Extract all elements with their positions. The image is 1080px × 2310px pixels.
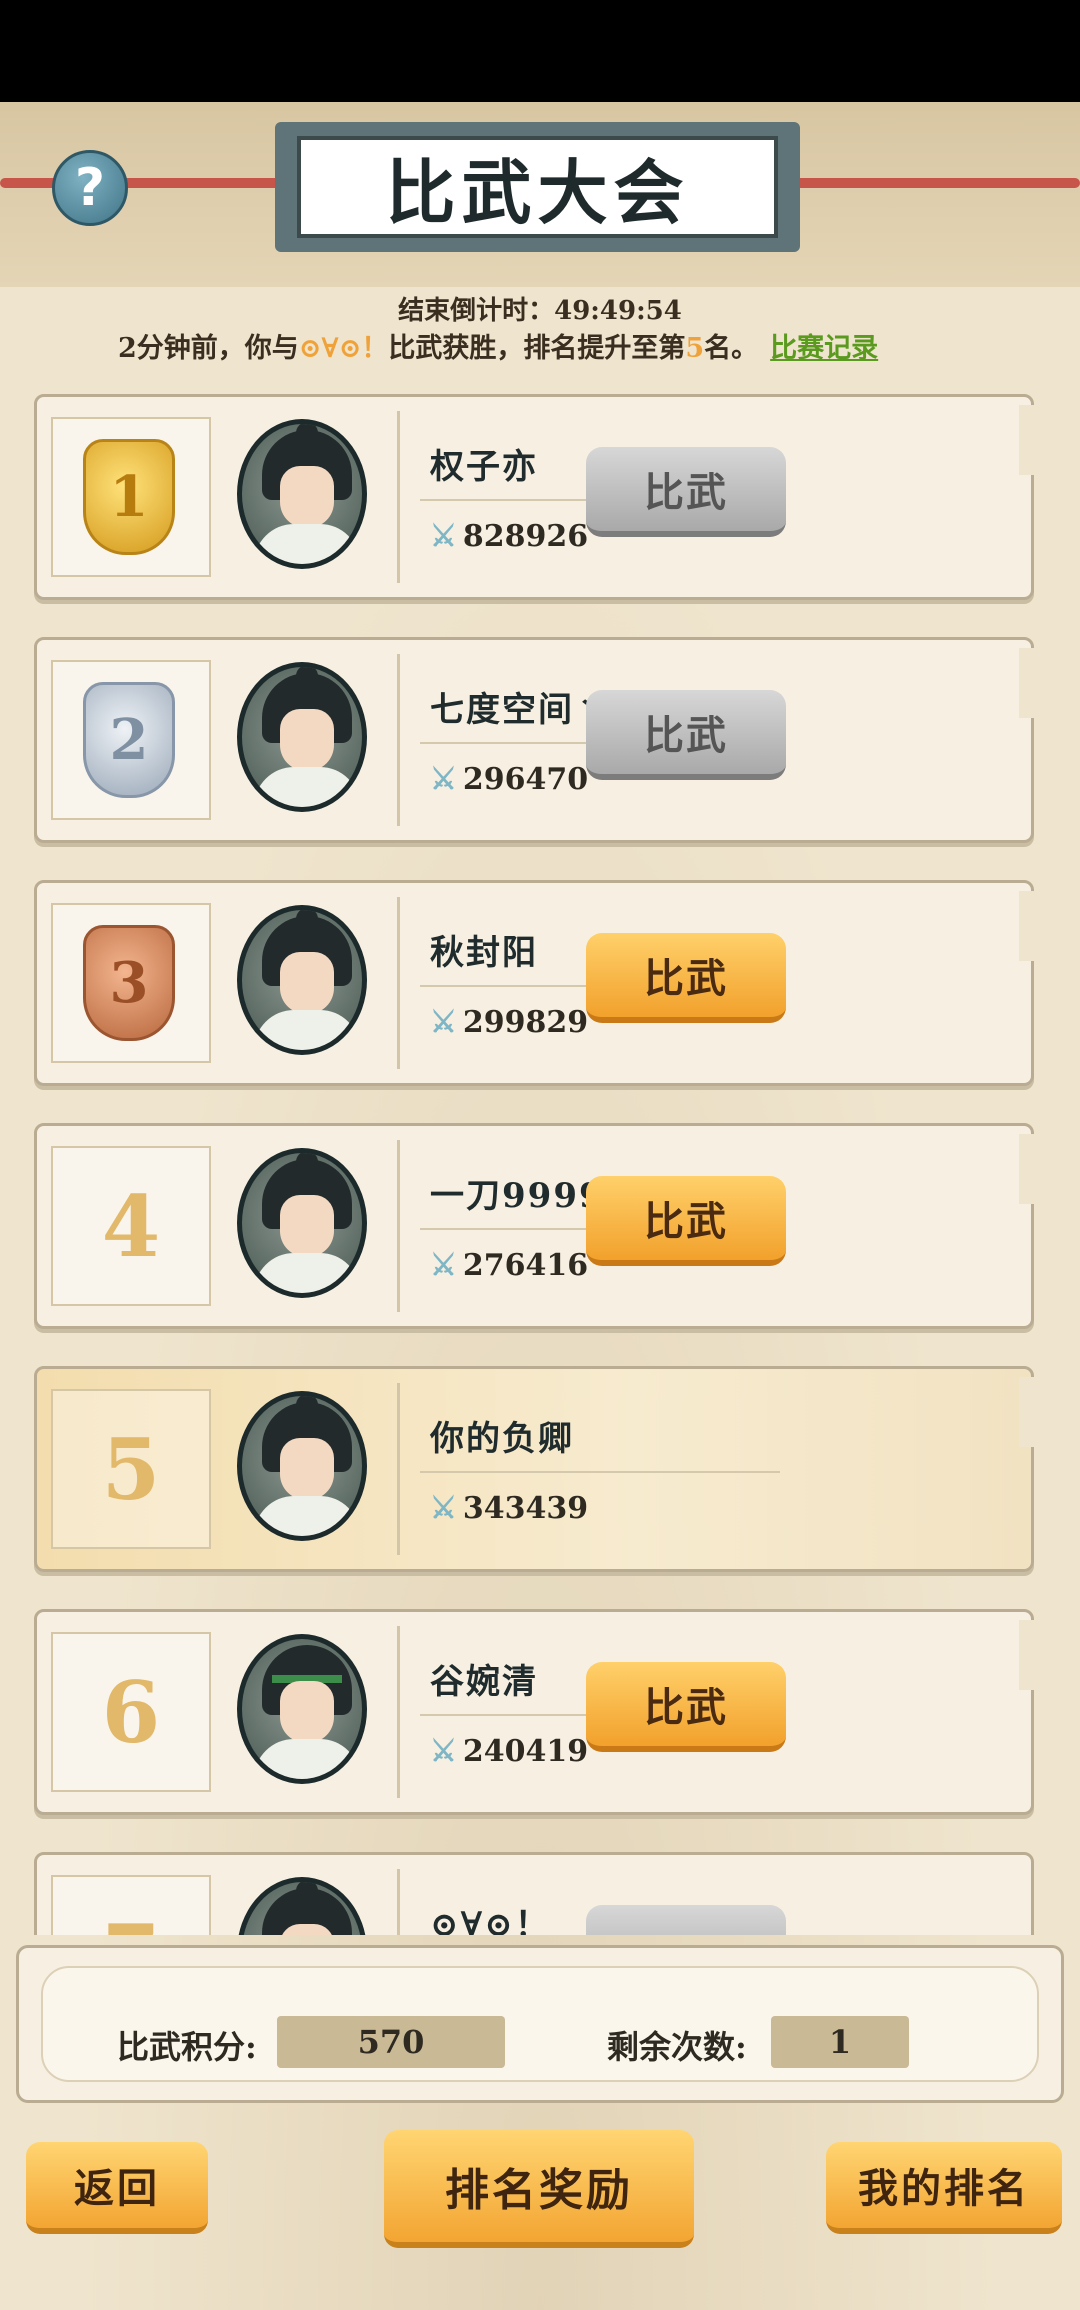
player-name: 权子亦 — [430, 447, 538, 487]
page-title: 比武大会 — [297, 136, 778, 238]
my-ranking-button[interactable]: 我的排名 — [826, 2142, 1062, 2234]
challenge-button-disabled[interactable]: 比武 — [586, 690, 786, 780]
player-info: ⊙∀⊙！ — [397, 1869, 1025, 1935]
notice-rank: 5 — [685, 333, 705, 364]
challenge-button[interactable]: 比武 — [586, 1662, 786, 1752]
back-button[interactable]: 返回 — [26, 2142, 208, 2234]
power-value: 828926 — [462, 519, 589, 554]
app-root: ? 比武大会 结束倒计时：49:49:54 2分钟前，你与⊙∀⊙！比武获胜，排名… — [0, 0, 1080, 2310]
crossed-swords-icon: ⚔ — [430, 1491, 457, 1526]
divider — [420, 1471, 780, 1473]
player-name: 七度空间丶 — [430, 690, 610, 730]
card-notch — [1019, 1620, 1035, 1690]
rope-decoration-right — [780, 178, 1080, 188]
player-card: 2 七度空间丶 ⚔ 296470 比武 — [34, 637, 1035, 843]
card-notch — [1019, 1377, 1035, 1447]
notice-suffix: 名。 — [704, 333, 759, 364]
card-notch — [1019, 891, 1035, 961]
player-name: 秋封阳 — [430, 933, 538, 973]
player-info: 秋封阳 ⚔ 299829 比武 — [397, 897, 1025, 1069]
rank-number: 4 — [101, 1176, 161, 1276]
rank-number: 6 — [101, 1662, 161, 1762]
power-value-row: ⚔ 240419 — [430, 1734, 588, 1769]
notice-middle: 比武获胜，排名提升至第 — [388, 333, 686, 364]
crossed-swords-icon: ⚔ — [430, 1248, 457, 1283]
avatar[interactable] — [237, 1877, 367, 1935]
score-value: 570 — [277, 2016, 505, 2068]
crossed-swords-icon: ⚔ — [430, 519, 457, 554]
power-value-row: ⚔ 299829 — [430, 1005, 588, 1040]
power-value-row: ⚔ 828926 — [430, 519, 588, 554]
countdown: 结束倒计时：49:49:54 — [0, 290, 1080, 327]
notice-opponent: ⊙∀⊙！ — [298, 333, 389, 364]
gold-medal-icon: 1 — [83, 439, 175, 555]
stats-inner: 比武积分: 570 剩余次数: 1 — [41, 1966, 1039, 2082]
player-card: 7 ⊙∀⊙！ — [34, 1852, 1034, 1935]
avatar[interactable] — [237, 1391, 367, 1541]
player-info: 谷婉清 ⚔ 240419 比武 — [397, 1626, 1025, 1798]
countdown-label: 结束倒计时： — [398, 296, 555, 326]
challenge-button-disabled[interactable]: 比武 — [586, 447, 786, 537]
rope-decoration-left — [0, 178, 300, 188]
card-notch — [1019, 1134, 1035, 1204]
help-button[interactable]: ? — [52, 150, 128, 226]
player-info: 权子亦 ⚔ 828926 比武 — [397, 411, 1025, 583]
player-card: 4 一刀9999 ⚔ 276416 比武 — [34, 1123, 1035, 1329]
power-value: 343439 — [462, 1491, 589, 1526]
rank-number: 3 — [109, 950, 149, 1016]
ranking-list[interactable]: 1 权子亦 ⚔ 828926 比武 2 七度空间丶 ⚔ 296470 比武 3 … — [0, 390, 1080, 1935]
notice-prefix: 2分钟前，你与 — [118, 333, 299, 364]
avatar[interactable] — [237, 1634, 367, 1784]
avatar[interactable] — [237, 1148, 367, 1298]
title-frame: 比武大会 — [275, 122, 800, 252]
rank-number: 2 — [109, 707, 149, 773]
challenge-button-disabled[interactable] — [586, 1905, 786, 1935]
player-info: 七度空间丶 ⚔ 296470 比武 — [397, 654, 1025, 826]
silver-medal-icon: 2 — [83, 682, 175, 798]
power-value: 296470 — [462, 762, 589, 797]
crossed-swords-icon: ⚔ — [430, 1734, 457, 1769]
player-card: 3 秋封阳 ⚔ 299829 比武 — [34, 880, 1035, 1086]
rank-number: 1 — [109, 464, 149, 530]
crossed-swords-icon: ⚔ — [430, 1005, 457, 1040]
stats-panel: 比武积分: 570 剩余次数: 1 — [16, 1945, 1064, 2103]
challenge-button[interactable]: 比武 — [586, 933, 786, 1023]
avatar[interactable] — [237, 662, 367, 812]
rank-number: 7 — [51, 1875, 211, 1936]
challenge-button[interactable]: 比武 — [586, 1176, 786, 1266]
player-name: 一刀9999 — [430, 1176, 605, 1216]
crossed-swords-icon: ⚔ — [430, 762, 457, 797]
rank-number: 5 — [101, 1419, 161, 1519]
remaining-label: 剩余次数: — [607, 2028, 747, 2066]
power-value: 240419 — [462, 1734, 589, 1769]
countdown-value: 49:49:54 — [554, 296, 682, 326]
player-card: 6 谷婉清 ⚔ 240419 比武 — [34, 1609, 1035, 1815]
battle-notice: 2分钟前，你与⊙∀⊙！比武获胜，排名提升至第5名。 比赛记录 — [118, 326, 1018, 365]
player-info: 你的负卿 ⚔ 343439 — [397, 1383, 1025, 1555]
player-card: 1 权子亦 ⚔ 828926 比武 — [34, 394, 1035, 600]
power-value: 299829 — [462, 1005, 589, 1040]
remaining-value: 1 — [771, 2016, 909, 2068]
player-card-self: 5 你的负卿 ⚔ 343439 — [34, 1366, 1035, 1572]
player-name: 你的负卿 — [430, 1419, 574, 1459]
player-info: 一刀9999 ⚔ 276416 比武 — [397, 1140, 1025, 1312]
match-record-link[interactable]: 比赛记录 — [770, 333, 878, 364]
card-notch — [1019, 405, 1035, 475]
player-name: ⊙∀⊙！ — [430, 1905, 551, 1935]
power-value: 276416 — [462, 1248, 589, 1283]
score-label: 比武积分: — [117, 2028, 257, 2066]
bronze-medal-icon: 3 — [83, 925, 175, 1041]
power-value-row: ⚔ 343439 — [430, 1491, 588, 1526]
status-bar — [0, 0, 1080, 102]
question-icon: ? — [74, 158, 106, 218]
avatar[interactable] — [237, 905, 367, 1055]
card-notch — [1019, 648, 1035, 718]
ranking-rewards-button[interactable]: 排名奖励 — [384, 2130, 694, 2248]
player-name: 谷婉清 — [430, 1662, 538, 1702]
power-value-row: ⚔ 296470 — [430, 762, 588, 797]
power-value-row: ⚔ 276416 — [430, 1248, 588, 1283]
avatar[interactable] — [237, 419, 367, 569]
